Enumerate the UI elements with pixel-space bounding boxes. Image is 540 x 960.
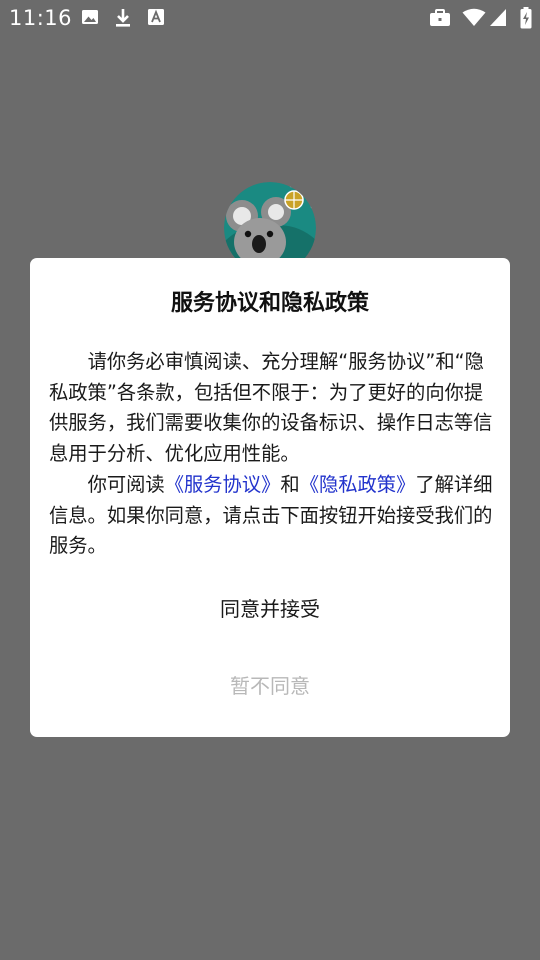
decline-button[interactable]: 暂不同意 (30, 668, 510, 704)
paragraph2-prefix: 你可阅读 (87, 472, 165, 496)
briefcase-icon (429, 9, 451, 27)
privacy-policy-link[interactable]: 《隐私政策》 (300, 473, 416, 496)
dialog-paragraph-1: 请你务必审慎阅读、充分理解“服务协议”和“隐私政策”各条款，包括但不限于：为了更… (49, 350, 493, 466)
status-bar: 11:16 (0, 0, 540, 38)
dialog-body: 请你务必审慎阅读、充分理解“服务协议”和“隐私政策”各条款，包括但不限于：为了更… (49, 347, 495, 562)
paragraph2-and: 和 (280, 472, 300, 496)
dialog-paragraph-2: 你可阅读《服务协议》和《隐私政策》了解详细信息。如果你同意，请点击下面按钮开始接… (49, 470, 495, 562)
image-icon (81, 8, 99, 26)
dialog-title: 服务协议和隐私政策 (170, 291, 369, 316)
download-icon (114, 8, 132, 28)
privacy-dialog: 服务协议和隐私政策 请你务必审慎阅读、充分理解“服务协议”和“隐私政策”各条款，… (30, 258, 510, 737)
status-time: 11:16 (9, 6, 73, 30)
service-agreement-link[interactable]: 《服务协议》 (165, 473, 281, 496)
battery-charging-icon (520, 7, 532, 29)
screen: 11:16 服务协议和隐私政策 请你务必审慎阅读、充分理解“服务协议”和“隐私政… (0, 0, 540, 960)
signal-icon (489, 8, 507, 27)
text-icon (147, 8, 165, 26)
wifi-icon (462, 8, 486, 27)
accept-button[interactable]: 同意并接受 (30, 591, 510, 627)
